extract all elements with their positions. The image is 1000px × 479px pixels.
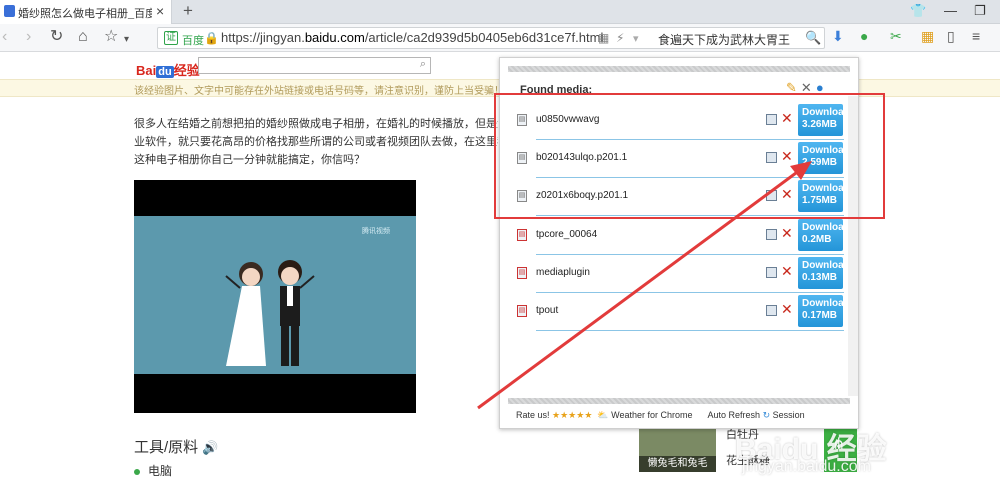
red-arrow-annotation bbox=[477, 161, 812, 410]
